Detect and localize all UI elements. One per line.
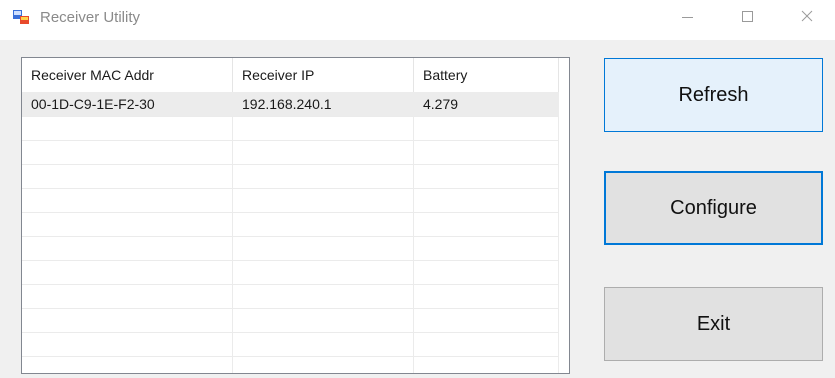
close-button[interactable] (784, 0, 830, 34)
grid-lines (22, 92, 559, 373)
maximize-button[interactable] (724, 0, 770, 34)
minimize-icon (682, 17, 693, 18)
close-icon (801, 10, 813, 22)
list-header: Receiver MAC Addr Receiver IP Battery (22, 58, 569, 92)
configure-button[interactable]: Configure (604, 171, 823, 245)
receiver-utility-window: Receiver Utility Receiver MAC Addr Recei… (0, 0, 835, 378)
maximize-icon (742, 11, 753, 22)
cell-ip: 192.168.240.1 (242, 96, 332, 112)
refresh-button[interactable]: Refresh (604, 58, 823, 132)
column-header-ip[interactable]: Receiver IP (233, 58, 414, 92)
app-icon (13, 9, 29, 25)
cell-mac: 00-1D-C9-1E-F2-30 (31, 96, 155, 112)
exit-button[interactable]: Exit (604, 287, 823, 361)
title-bar[interactable]: Receiver Utility (0, 0, 835, 40)
window-title: Receiver Utility (40, 9, 141, 26)
receiver-list[interactable]: Receiver MAC Addr Receiver IP Battery 00… (21, 57, 570, 374)
minimize-button[interactable] (664, 0, 710, 34)
cell-battery: 4.279 (423, 96, 459, 112)
table-row[interactable]: 00-1D-C9-1E-F2-30 192.168.240.1 4.279 (22, 92, 559, 116)
column-header-battery[interactable]: Battery (414, 58, 559, 92)
column-header-mac[interactable]: Receiver MAC Addr (22, 58, 233, 92)
